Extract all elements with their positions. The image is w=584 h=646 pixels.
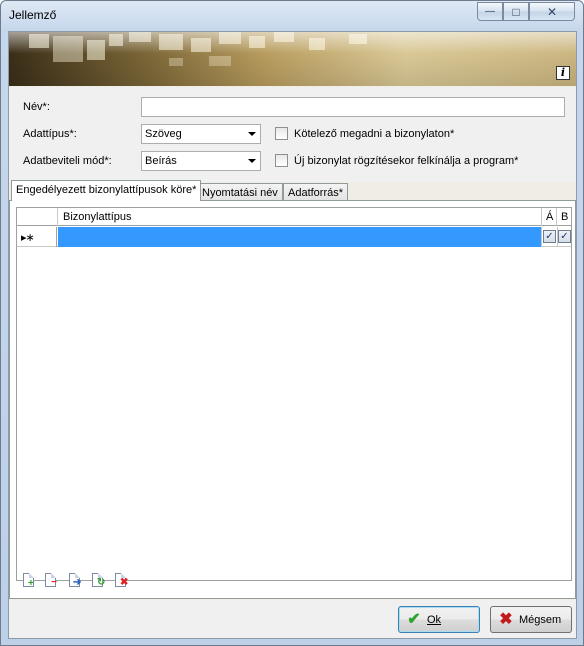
minimize-icon: — (485, 6, 495, 17)
cancel-button[interactable]: ✖ Mégsem (490, 606, 572, 633)
grid-header: Bizonylattípus Á B (17, 208, 571, 226)
header-banner: i (9, 32, 576, 86)
input-mode-select[interactable]: Beírás (141, 151, 261, 171)
delete-icon[interactable]: ✖ (113, 572, 129, 590)
form-panel: Név*: Adattípus*: Szöveg Kötelező megadn… (9, 87, 576, 182)
input-mode-value: Beírás (145, 155, 177, 167)
window-title: Jellemző (9, 8, 57, 22)
tab-page: Bizonylattípus Á B ▸∗ ✓ ✓ (9, 200, 576, 599)
grid-toolbar: + − ➔ ↻ ✖ (9, 572, 576, 596)
mandatory-checkbox[interactable] (275, 127, 288, 140)
ok-button[interactable]: ✔ Ok (398, 606, 480, 633)
ok-button-label: Ok (427, 613, 442, 626)
close-icon: ✕ (546, 4, 558, 19)
b-checkbox[interactable]: ✓ (558, 230, 571, 243)
chevron-down-icon (248, 159, 256, 163)
input-mode-label: Adatbeviteli mód*: (23, 155, 112, 167)
table-row[interactable]: ▸∗ ✓ ✓ (17, 227, 571, 247)
refresh-icon[interactable]: ↻ (90, 572, 106, 590)
column-header-b[interactable]: B (557, 208, 571, 226)
name-input[interactable] (141, 97, 565, 117)
cancel-button-label: Mégsem (519, 613, 562, 626)
tab-print-name[interactable]: Nyomtatási név (197, 183, 283, 201)
dialog-window: Jellemző — □ ✕ i Név*: Adattípus*: Szöve… (0, 0, 584, 646)
close-icon: ✖ (499, 610, 513, 628)
datatype-label: Adattípus*: (23, 128, 77, 140)
name-label: Név*: (23, 101, 50, 113)
column-header-bizonylattipus[interactable]: Bizonylattípus (58, 208, 542, 226)
tab-allowed-document-types[interactable]: Engedélyezett bizonylattípusok köre* (11, 180, 202, 201)
offer-checkbox[interactable] (275, 154, 288, 167)
close-button[interactable]: ✕ (529, 2, 575, 21)
button-bar: ✔ Ok ✖ Mégsem (9, 600, 576, 638)
column-header-a[interactable]: Á (542, 208, 557, 226)
info-icon[interactable]: i (556, 66, 570, 80)
document-types-grid[interactable]: Bizonylattípus Á B ▸∗ ✓ ✓ (16, 207, 572, 581)
mandatory-checkbox-label: Kötelező megadni a bizonylaton* (294, 128, 455, 140)
chevron-down-icon (248, 132, 256, 136)
maximize-icon: □ (512, 4, 520, 19)
datatype-select[interactable]: Szöveg (141, 124, 261, 144)
remove-row-icon[interactable]: − (43, 572, 59, 590)
a-checkbox[interactable]: ✓ (543, 230, 556, 243)
tab-data-source[interactable]: Adatforrás* (283, 183, 349, 201)
title-bar[interactable]: Jellemző — □ ✕ (1, 1, 583, 29)
offer-checkbox-label: Új bizonylat rögzítésekor felkínálja a p… (294, 155, 519, 167)
move-right-icon[interactable]: ➔ (67, 572, 83, 590)
new-row-marker: ▸∗ (17, 227, 57, 247)
checkmark-icon: ✔ (407, 610, 421, 628)
minimize-button[interactable]: — (477, 2, 503, 21)
row-header-corner (17, 208, 58, 226)
dialog-client-area: i Név*: Adattípus*: Szöveg Kötelező mega… (8, 31, 577, 639)
tab-strip: Engedélyezett bizonylattípusok köre* Nyo… (9, 180, 576, 201)
bizonylattipus-cell[interactable] (58, 227, 541, 247)
datatype-value: Szöveg (145, 128, 182, 140)
add-row-icon[interactable]: + (21, 572, 37, 590)
maximize-button[interactable]: □ (503, 2, 529, 21)
